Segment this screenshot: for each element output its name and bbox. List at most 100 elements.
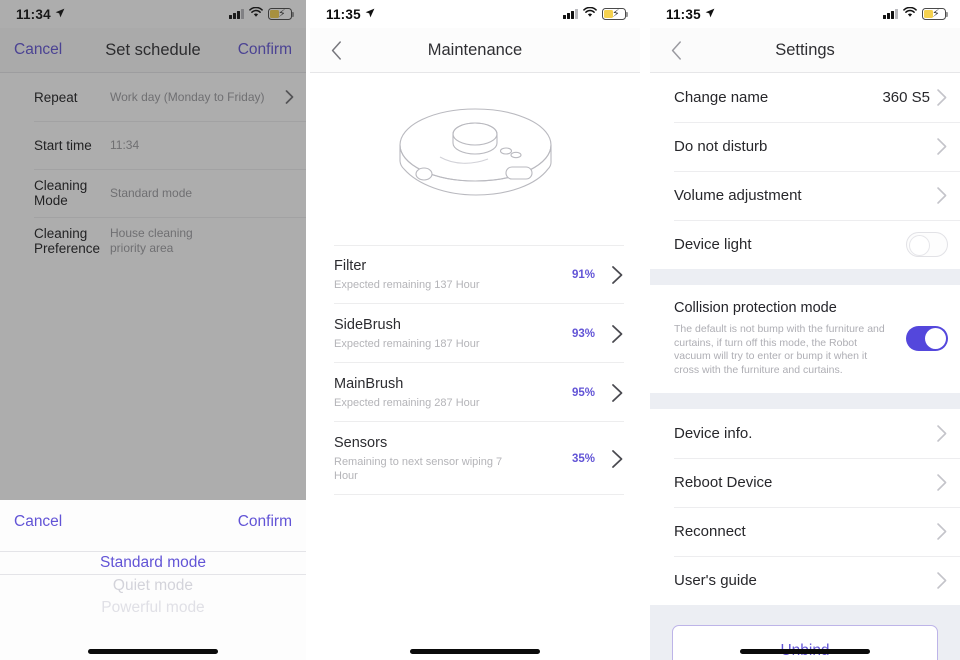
signal-bars-icon [563, 9, 578, 19]
schedule-row-cleaning-preference[interactable]: Cleaning Preference House cleaning prior… [0, 217, 306, 265]
status-bar-time: 11:35 [326, 6, 361, 22]
maintenance-row-sidebrush[interactable]: SideBrush Expected remaining 187 Hour 93… [310, 304, 640, 363]
item-subtitle: Remaining to next sensor wiping 7 Hour [334, 456, 503, 482]
status-bar-icons: ⚡ [563, 5, 629, 23]
row-texts: MainBrush Expected remaining 287 Hour [334, 375, 572, 410]
item-subtitle: Expected remaining 137 Hour [334, 279, 480, 291]
chevron-right-icon [285, 90, 294, 104]
item-name: Filter [334, 258, 367, 274]
device-light-toggle[interactable] [906, 232, 948, 257]
panel-set-schedule: 11:34 ⚡ Cancel Set schedule Confirm Repe… [0, 0, 306, 660]
picker-cancel-button[interactable]: Cancel [14, 513, 62, 531]
status-bar: 11:34 ⚡ [0, 0, 306, 28]
item-name: Sensors [334, 435, 388, 451]
chevron-right-icon [936, 522, 948, 541]
settings-row-reboot-device[interactable]: Reboot Device [650, 458, 960, 507]
settings-group-two: Device info. Reboot Device Reconnect Use… [650, 409, 960, 605]
row-texts: Filter Expected remaining 137 Hour [334, 257, 572, 292]
settings-row-device-light[interactable]: Device light [650, 220, 960, 269]
signal-bars-icon [883, 9, 898, 19]
collision-title: Collision protection mode [674, 300, 837, 316]
row-label: Device info. [674, 425, 753, 442]
maintenance-row-sensors[interactable]: Sensors Remaining to next sensor wiping … [310, 422, 640, 495]
unbind-button[interactable]: Unbind [672, 625, 938, 660]
picker-option-quiet[interactable]: Quiet mode [0, 574, 306, 597]
collision-texts: Collision protection mode The default is… [674, 299, 906, 377]
panel-maintenance: 11:35 ⚡ Maintenance Filter Expected rema… [310, 0, 640, 660]
battery-charging-icon: ⚡ [602, 8, 629, 20]
home-indicator [740, 649, 870, 654]
row-value: 360 S5 [882, 89, 930, 106]
picker-confirm-button[interactable]: Confirm [238, 513, 292, 531]
settings-nav-bar: Settings [650, 28, 960, 72]
robot-vacuum-illustration [310, 73, 640, 233]
row-label: Repeat [34, 89, 78, 105]
page-title: Settings [775, 40, 835, 59]
maintenance-row-mainbrush[interactable]: MainBrush Expected remaining 287 Hour 95… [310, 363, 640, 422]
picker-option-powerful[interactable]: Powerful mode [0, 596, 306, 619]
maintenance-list: Filter Expected remaining 137 Hour 91% S… [310, 245, 640, 495]
row-label: Device light [674, 236, 752, 253]
wifi-icon [583, 5, 597, 23]
settings-row-collision-protection[interactable]: Collision protection mode The default is… [650, 285, 960, 393]
row-label: Cleaning Preference [34, 226, 101, 256]
settings-row-do-not-disturb[interactable]: Do not disturb [650, 122, 960, 171]
back-button[interactable] [666, 40, 686, 60]
chevron-right-icon [936, 473, 948, 492]
item-subtitle: Expected remaining 287 Hour [334, 397, 480, 409]
chevron-right-icon [936, 571, 948, 590]
settings-group-one: Change name 360 S5 Do not disturb Volume… [650, 73, 960, 269]
confirm-button[interactable]: Confirm [238, 41, 292, 59]
chevron-right-icon [936, 88, 948, 107]
settings-row-users-guide[interactable]: User's guide [650, 556, 960, 605]
schedule-row-cleaning-mode[interactable]: Cleaning Mode Standard mode [0, 169, 306, 217]
home-indicator [88, 649, 218, 654]
page-title: Maintenance [427, 40, 523, 59]
picker-actions: Cancel Confirm [0, 500, 306, 544]
settings-row-volume-adjustment[interactable]: Volume adjustment [650, 171, 960, 220]
schedule-row-repeat[interactable]: Repeat Work day (Monday to Friday) [0, 73, 306, 121]
cancel-button[interactable]: Cancel [14, 41, 62, 59]
section-separator [650, 393, 960, 409]
row-texts: SideBrush Expected remaining 187 Hour [334, 316, 572, 351]
status-bar-time-group: 11:34 [16, 7, 65, 22]
row-value: 11:34 [110, 137, 140, 152]
item-name: SideBrush [334, 317, 401, 333]
signal-bars-icon [229, 9, 244, 19]
back-button[interactable] [326, 40, 346, 60]
row-value: House cleaning priority area [110, 226, 193, 255]
status-bar-icons: ⚡ [229, 5, 295, 23]
status-bar-time-group: 11:35 [326, 7, 375, 22]
collision-description: The default is not bump with the furnitu… [674, 323, 885, 376]
chevron-right-icon [611, 383, 624, 403]
chevron-right-icon [611, 324, 624, 344]
settings-group-collision: Collision protection mode The default is… [650, 285, 960, 393]
settings-row-change-name[interactable]: Change name 360 S5 [650, 73, 960, 122]
row-texts: Sensors Remaining to next sensor wiping … [334, 434, 572, 483]
chevron-right-icon [936, 424, 948, 443]
status-bar: 11:35 ⚡ [310, 0, 640, 28]
mode-picker-wheel[interactable]: Standard mode Quiet mode Powerful mode [0, 544, 306, 660]
maintenance-nav-bar: Maintenance [310, 28, 640, 72]
item-subtitle: Expected remaining 187 Hour [334, 338, 480, 350]
row-label: Cleaning Mode [34, 178, 88, 208]
screenshot-stage: 11:34 ⚡ Cancel Set schedule Confirm Repe… [0, 0, 960, 660]
chevron-right-icon [611, 265, 624, 285]
schedule-row-start-time[interactable]: Start time 11:34 [0, 121, 306, 169]
status-bar-time-group: 11:35 [666, 7, 715, 22]
row-label: Reboot Device [674, 474, 773, 491]
location-arrow-icon [705, 6, 715, 21]
collision-protection-toggle[interactable] [906, 325, 948, 351]
chevron-right-icon [936, 137, 948, 156]
cleaning-mode-picker-sheet: Cancel Confirm Standard mode Quiet mode … [0, 500, 306, 660]
maintenance-row-filter[interactable]: Filter Expected remaining 137 Hour 91% [310, 245, 640, 304]
wifi-icon [903, 5, 917, 23]
item-percent: 93% [571, 327, 595, 340]
settings-row-reconnect[interactable]: Reconnect [650, 507, 960, 556]
chevron-right-icon [936, 186, 948, 205]
item-name: MainBrush [334, 376, 404, 392]
picker-option-standard[interactable]: Standard mode [0, 551, 306, 574]
location-arrow-icon [365, 6, 375, 21]
item-percent: 91% [571, 268, 595, 281]
settings-row-device-info[interactable]: Device info. [650, 409, 960, 458]
